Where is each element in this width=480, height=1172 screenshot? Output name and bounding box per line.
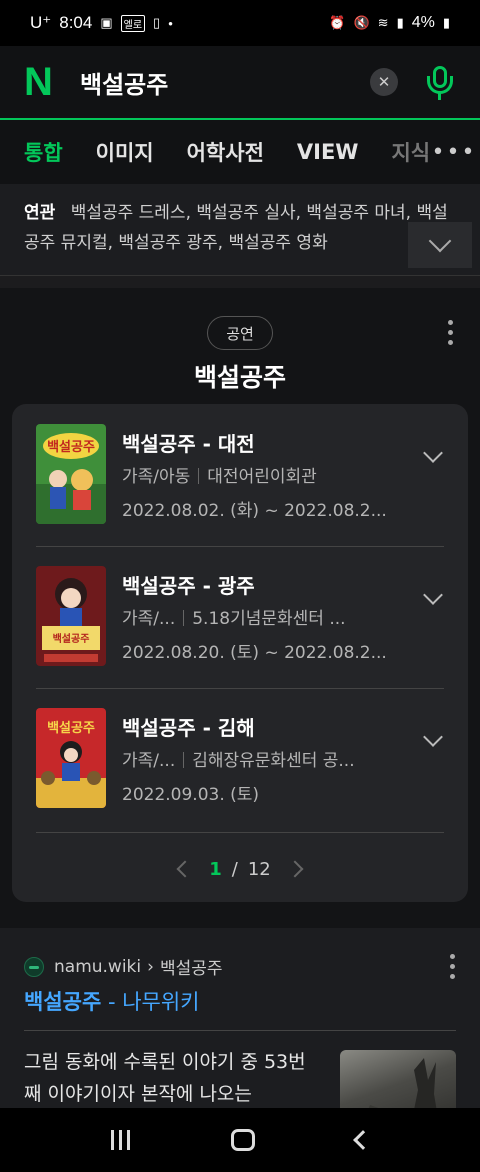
pagination: 1 / 12 — [12, 854, 468, 884]
section-title[interactable]: 백설공주 — [0, 358, 480, 394]
tab-integrated[interactable]: 통합 — [24, 137, 63, 167]
page-separator: / — [231, 858, 238, 880]
poster-title: 백설공주 — [53, 632, 90, 645]
performance-genre: 가족/... — [122, 609, 176, 629]
list-item[interactable]: 백설공주 백설공주 - 대전 가족/아동 대전어린이회관 2022.08.02. … — [36, 404, 444, 546]
performance-date: 2022.08.20. (토) ~ 2022.08.2... — [122, 643, 387, 663]
list-item[interactable]: 백설공주 백설공주 - 광주 가족/... 5.18기념문화센터 ... 2022… — [36, 546, 444, 688]
poster-title: 백설공주 — [47, 440, 95, 455]
poster-image: 백설공주 — [36, 566, 106, 666]
poster-title: 백설공주 — [47, 721, 95, 736]
related-searches: 연관 백설공주 드레스, 백설공주 실사, 백설공주 마녀, 백설공주 뮤지컬,… — [0, 184, 480, 276]
tab-images[interactable]: 이미지 — [96, 137, 154, 167]
total-pages: 12 — [247, 858, 271, 880]
chevron-left-icon[interactable] — [176, 860, 194, 878]
performance-section: 공연 백설공주 백설공주 백설공주 - 대전 가족/아동 대전어린이회관 202… — [0, 288, 480, 928]
naver-logo[interactable]: N — [24, 62, 60, 102]
performance-genre: 가족/... — [122, 751, 176, 771]
status-bar: U⁺ 8:04 ▣ 엘로 ▯ • ⏰ 🔇 ≋ ▮ 4% ▮ — [0, 0, 480, 46]
breadcrumb-separator: › — [147, 956, 154, 977]
battery-level: 4% — [411, 14, 435, 31]
back-button[interactable] — [352, 1130, 373, 1150]
tab-knowledge[interactable]: 지식 — [391, 137, 430, 167]
search-tabs: 통합 이미지 어학사전 VIEW 지식 ••• — [0, 118, 480, 184]
related-label: 연관 — [24, 203, 56, 223]
tab-view[interactable]: VIEW — [297, 140, 359, 164]
system-navigation-bar — [0, 1108, 480, 1172]
status-time: 8:04 — [59, 13, 93, 32]
divider — [36, 832, 444, 833]
poster-image: 백설공주 — [36, 424, 106, 524]
performance-venue: 김해장유문화센터 공... — [192, 751, 355, 771]
carrier-label: U⁺ — [30, 13, 52, 32]
result-menu-icon[interactable] — [450, 954, 456, 979]
tab-dictionary[interactable]: 어학사전 — [187, 137, 264, 167]
more-tabs-button[interactable]: ••• — [428, 120, 480, 184]
chevron-down-icon[interactable] — [423, 443, 443, 463]
list-item[interactable]: 백설공주 백설공주 - 김해 가족/... 김해장유문화센터 공... 2022.… — [36, 688, 444, 830]
clear-search-button[interactable]: ✕ — [370, 68, 398, 96]
performance-title: 백설공주 - 김해 — [122, 716, 255, 740]
search-header: N 백설공주 ✕ — [0, 46, 480, 118]
performance-list: 백설공주 백설공주 - 대전 가족/아동 대전어린이회관 2022.08.02. … — [12, 404, 468, 902]
close-icon: ✕ — [377, 73, 391, 91]
performance-date: 2022.09.03. (토) — [122, 785, 260, 805]
battery-icon: ▮ — [442, 15, 450, 30]
mute-icon: 🔇 — [353, 15, 370, 30]
current-page: 1 — [209, 858, 222, 880]
recent-apps-button[interactable] — [110, 1130, 130, 1150]
performance-title: 백설공주 - 대전 — [122, 432, 255, 456]
result-snippet[interactable]: 그림 동화에 수록된 이야기 중 53번째 이야기이자 본작에 나오는 — [24, 1046, 316, 1110]
home-button[interactable] — [230, 1129, 255, 1151]
site-name: namu.wiki — [54, 956, 142, 977]
result-title-rest: - 나무위키 — [101, 990, 200, 1014]
performance-genre: 가족/아동 — [122, 467, 191, 487]
alarm-icon: ⏰ — [329, 15, 346, 30]
chevron-down-icon[interactable] — [423, 727, 443, 747]
wifi-icon: ≋ — [377, 15, 389, 30]
category-badge: 공연 — [207, 316, 273, 350]
app-badge: 엘로 — [120, 14, 146, 32]
search-input[interactable]: 백설공주 — [80, 65, 168, 100]
site-favicon-icon — [24, 956, 44, 977]
chevron-right-icon[interactable] — [286, 860, 304, 878]
section-menu-icon[interactable] — [448, 320, 454, 345]
web-result: namu.wiki › 백설공주 백설공주 - 나무위키 그림 동화에 수록된 … — [0, 928, 480, 1130]
performance-venue: 대전어린이회관 — [207, 467, 317, 487]
performance-title: 백설공주 - 광주 — [122, 574, 255, 598]
chevron-down-icon[interactable] — [423, 585, 443, 605]
divider — [24, 1030, 456, 1031]
notification-icon: ▯ — [153, 15, 161, 30]
result-source[interactable]: namu.wiki › 백설공주 — [24, 954, 223, 979]
dot-icon: • — [168, 15, 173, 31]
chevron-down-icon — [428, 229, 452, 253]
related-expand-button[interactable] — [408, 222, 472, 268]
poster-image: 백설공주 — [36, 708, 106, 808]
related-keywords[interactable]: 백설공주 드레스, 백설공주 실사, 백설공주 마녀, 백설공주 뮤지컬, 백설… — [24, 203, 448, 253]
breadcrumb: 백설공주 — [159, 959, 223, 979]
more-dots-icon: ••• — [431, 139, 477, 165]
performance-date: 2022.08.02. (화) ~ 2022.08.2... — [122, 501, 387, 521]
gallery-icon: ▣ — [100, 15, 113, 30]
result-title-keyword: 백설공주 — [24, 990, 102, 1014]
result-title-link[interactable]: 백설공주 - 나무위키 — [24, 986, 200, 1016]
voice-search-button[interactable] — [424, 62, 456, 102]
signal-icon: ▮ — [396, 15, 404, 30]
performance-venue: 5.18기념문화센터 ... — [192, 609, 346, 629]
